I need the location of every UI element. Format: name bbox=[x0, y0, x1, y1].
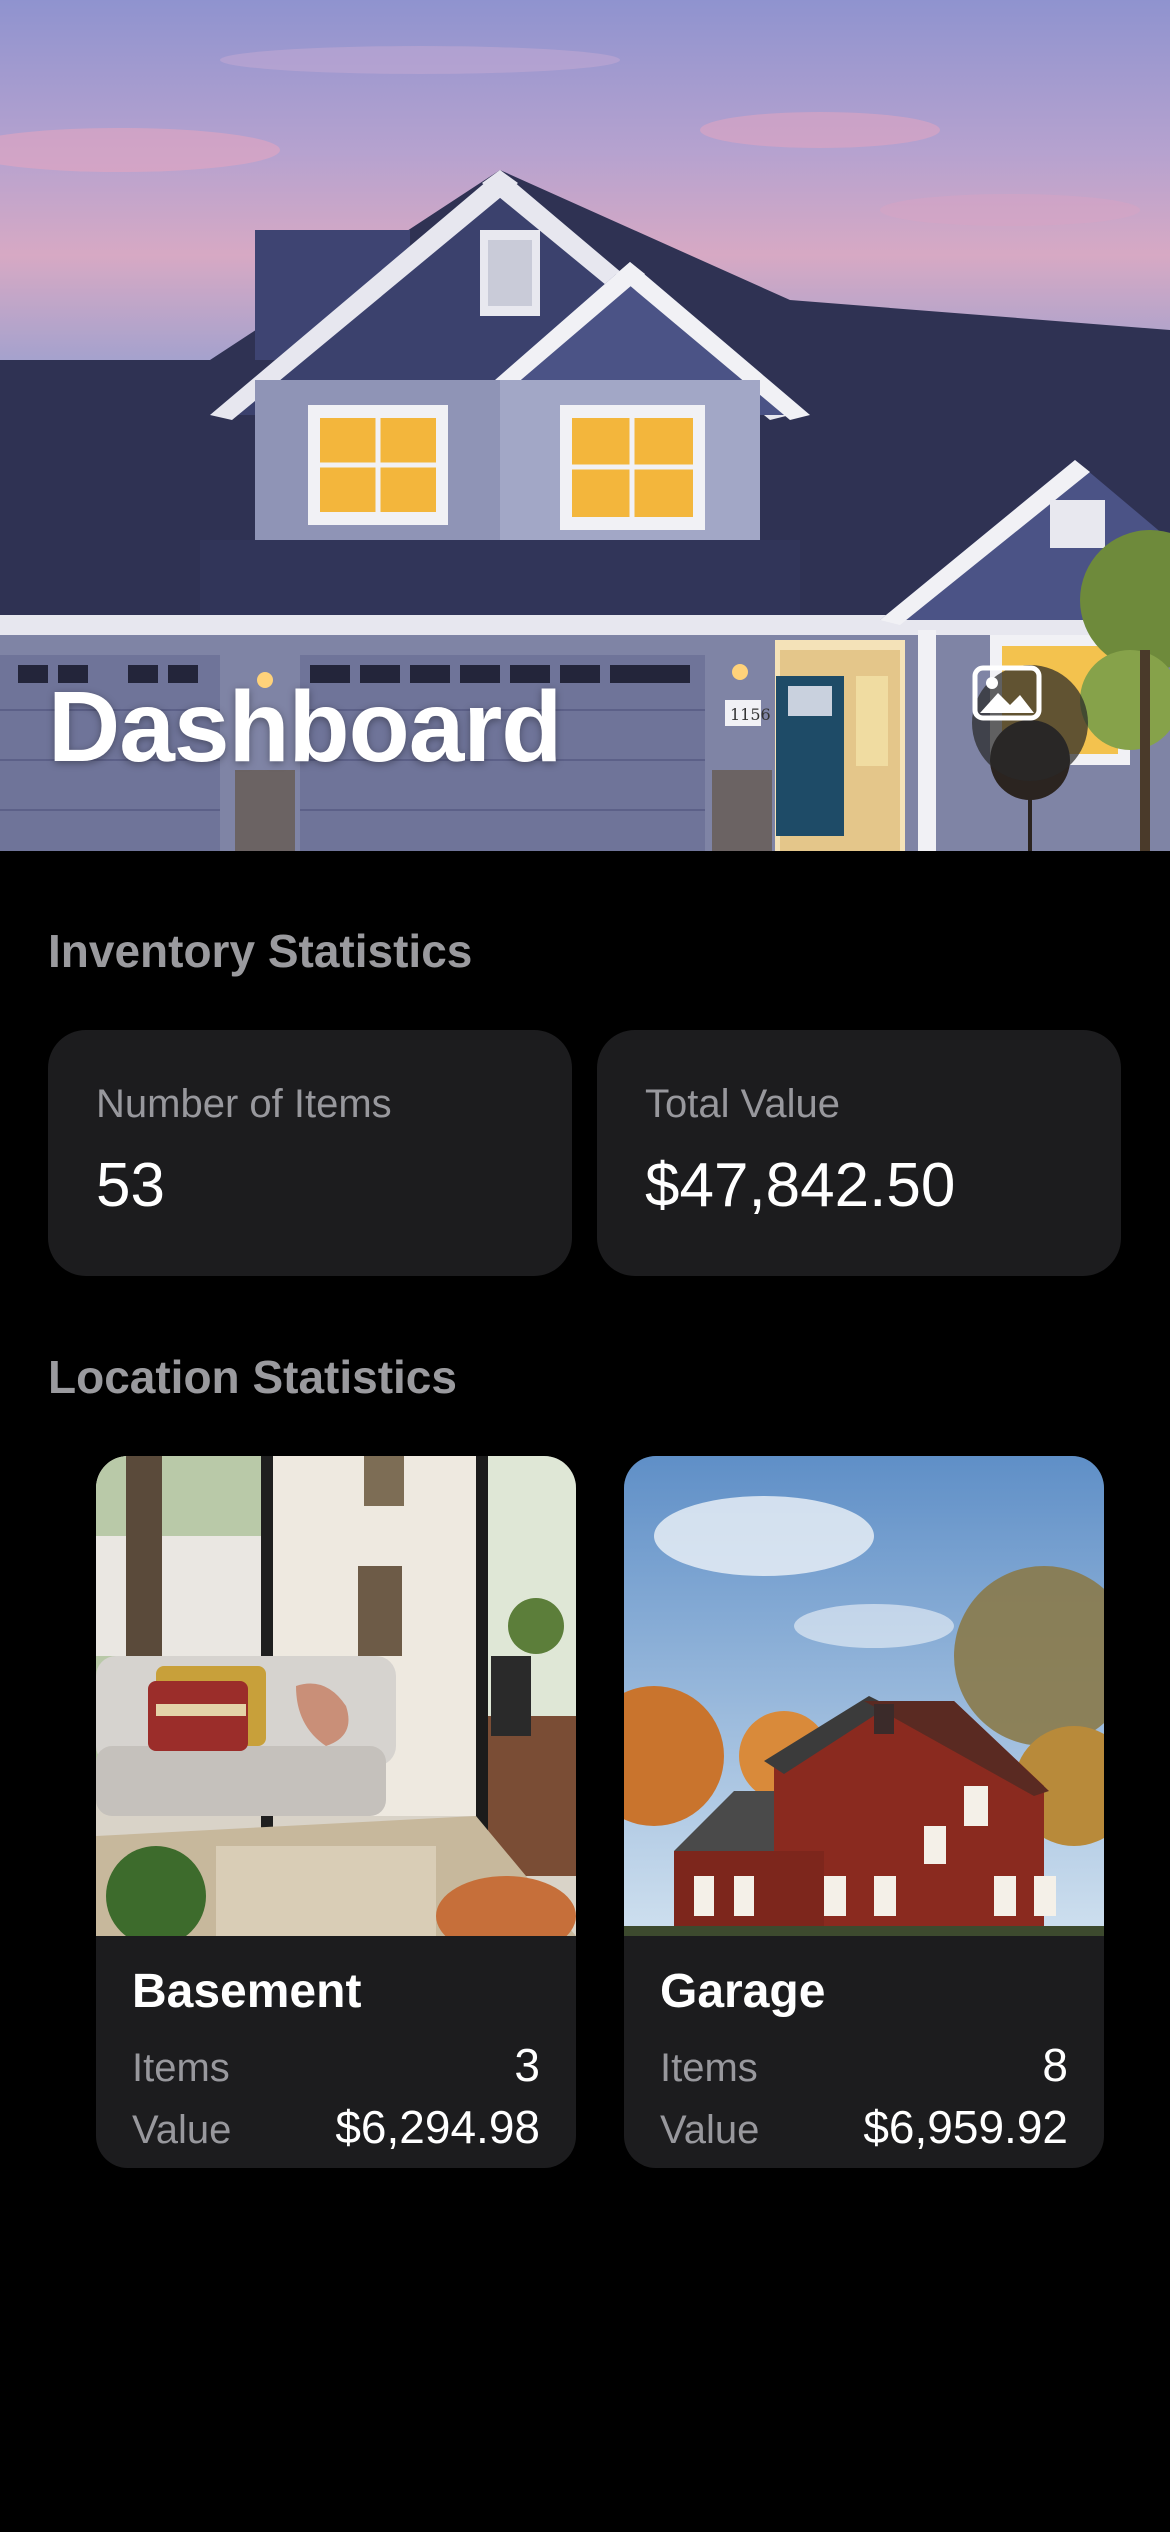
basement-items-label: Items bbox=[132, 2046, 230, 2090]
items-count-card: Number of Items 53 bbox=[48, 1030, 572, 1276]
basement-items-row: Items 3 bbox=[132, 2038, 540, 2092]
basement-items-value: 3 bbox=[514, 2039, 540, 2091]
svg-text:1156: 1156 bbox=[730, 705, 771, 724]
basement-value-value: $6,294.98 bbox=[335, 2101, 540, 2153]
location-card-basement[interactable]: Basement Items 3 Value $6,294.98 bbox=[96, 1456, 576, 2168]
page-title: Dashboard bbox=[48, 671, 562, 783]
items-count-value: 53 bbox=[96, 1151, 165, 1220]
change-photo-button[interactable] bbox=[972, 665, 1088, 781]
photo-icon bbox=[972, 665, 1042, 721]
items-count-label: Number of Items bbox=[96, 1082, 392, 1126]
header-image: 1156 Dashboard bbox=[0, 0, 1170, 851]
basement-photo bbox=[96, 1456, 576, 1936]
inventory-section-title: Inventory Statistics bbox=[48, 925, 473, 977]
garage-value-row: Value $6,959.92 bbox=[660, 2100, 1068, 2154]
garage-photo bbox=[624, 1456, 1104, 1936]
basement-value-row: Value $6,294.98 bbox=[132, 2100, 540, 2154]
garage-name: Garage bbox=[660, 1965, 826, 2018]
garage-items-row: Items 8 bbox=[660, 2038, 1068, 2092]
garage-value-value: $6,959.92 bbox=[863, 2101, 1068, 2153]
garage-value-label: Value bbox=[660, 2108, 760, 2152]
location-section-title: Location Statistics bbox=[48, 1351, 457, 1403]
total-value-label: Total Value bbox=[645, 1082, 840, 1126]
location-card-garage[interactable]: Garage Items 8 Value $6,959.92 bbox=[624, 1456, 1104, 2168]
total-value-card: Total Value $47,842.50 bbox=[597, 1030, 1121, 1276]
basement-name: Basement bbox=[132, 1965, 362, 2018]
garage-items-value: 8 bbox=[1042, 2039, 1068, 2091]
total-value-value: $47,842.50 bbox=[645, 1151, 956, 1220]
basement-value-label: Value bbox=[132, 2108, 232, 2152]
garage-items-label: Items bbox=[660, 2046, 758, 2090]
